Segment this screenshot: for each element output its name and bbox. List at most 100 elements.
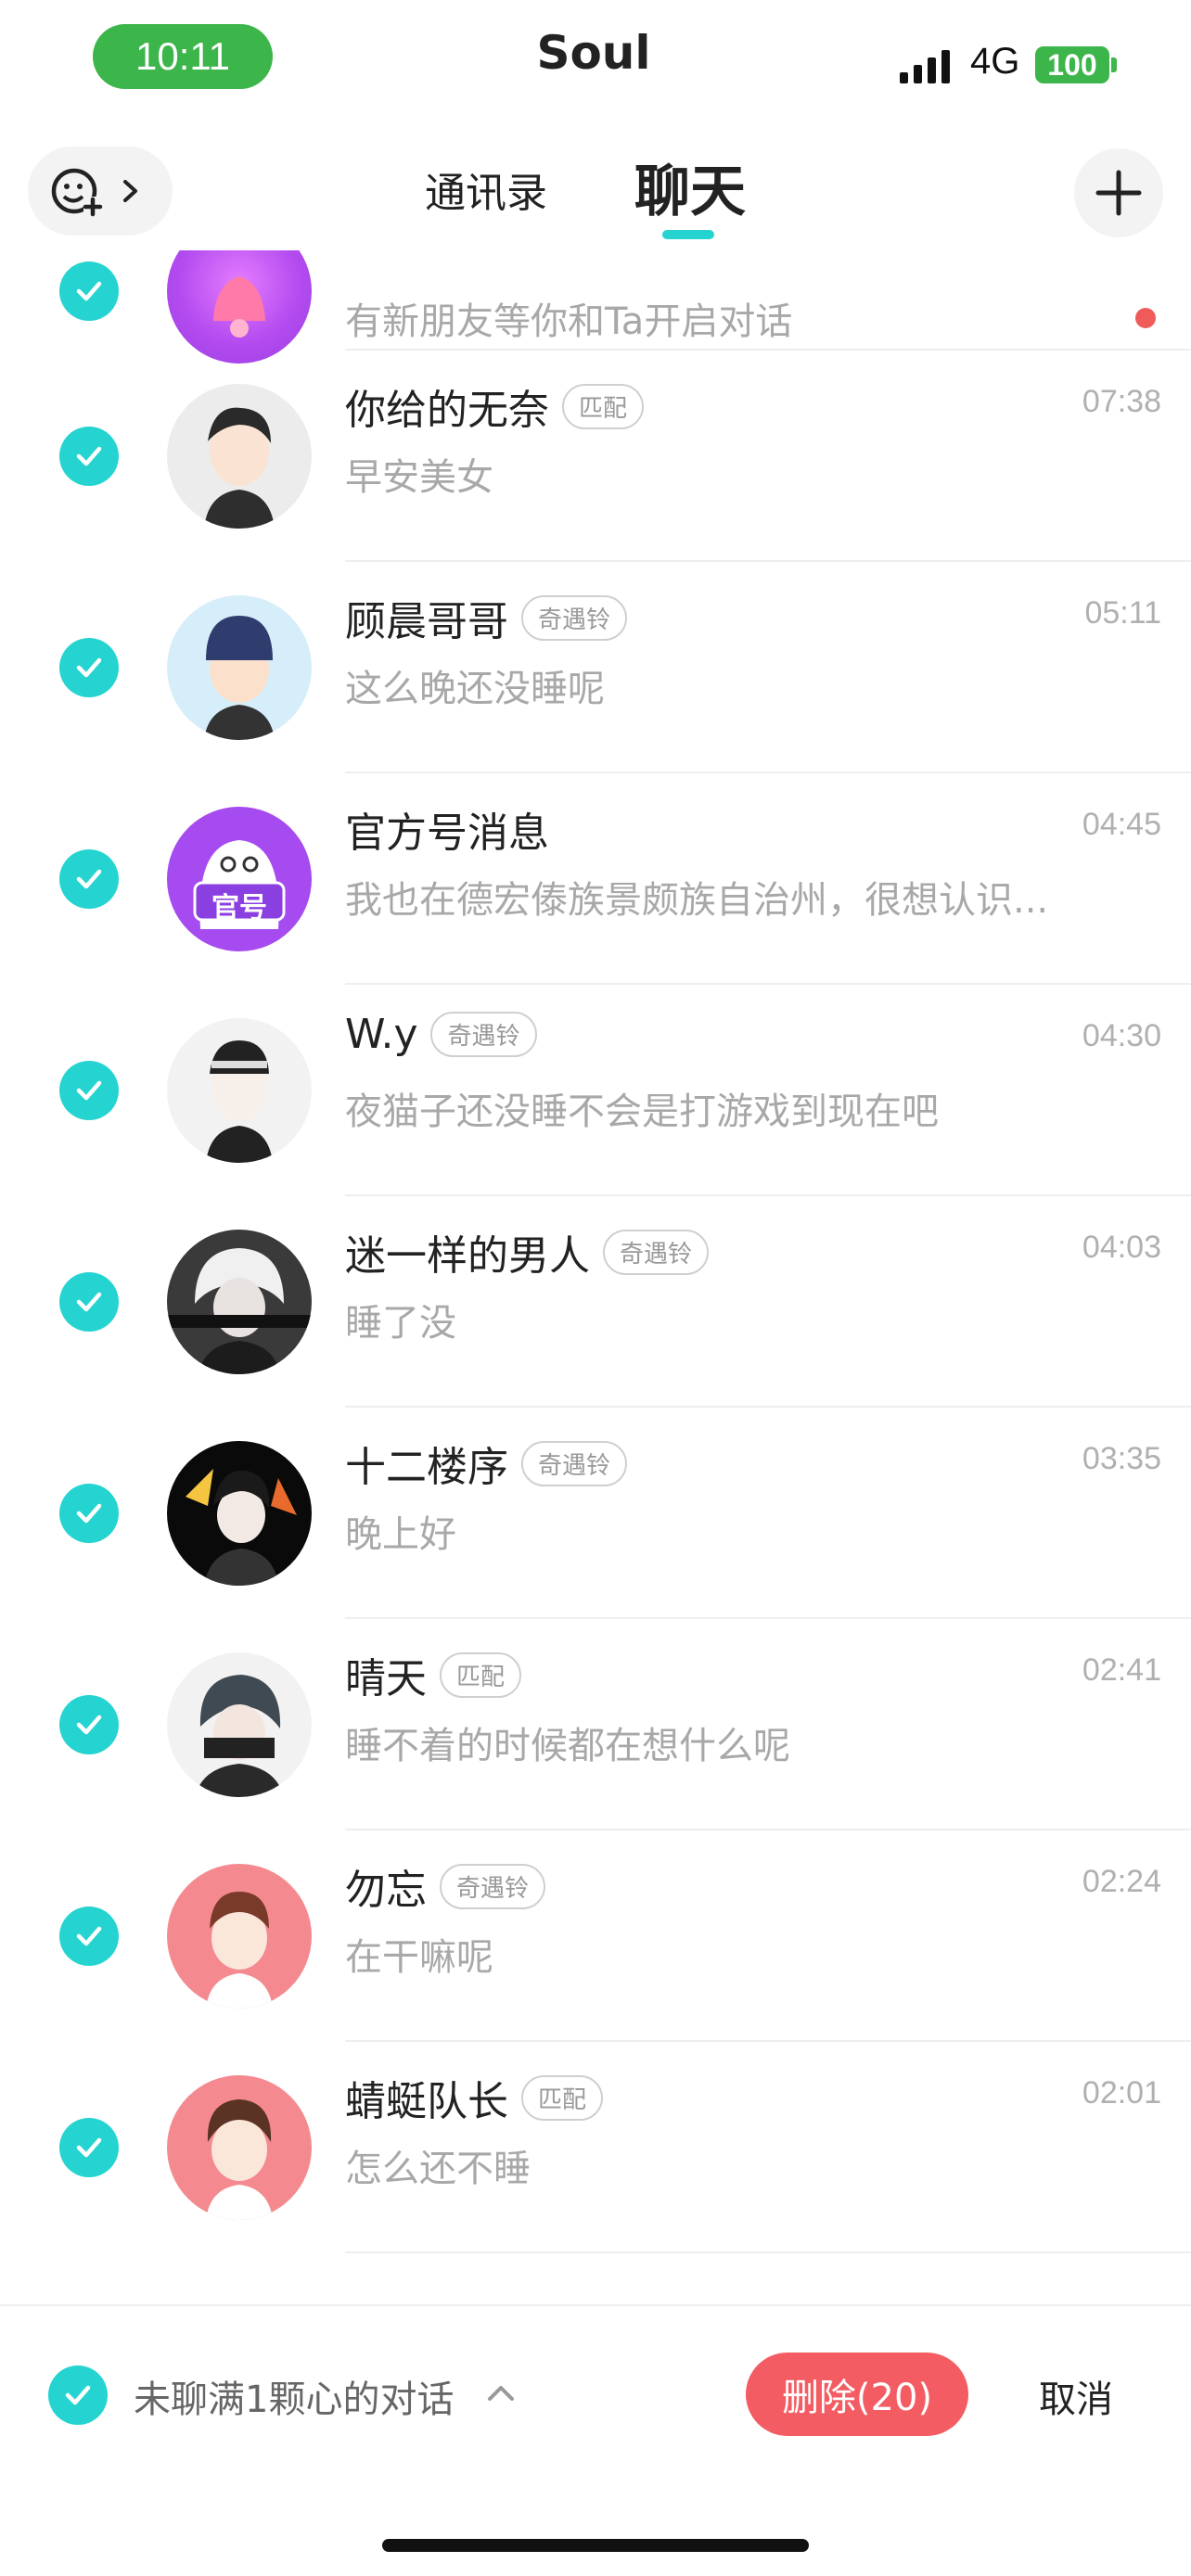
chevron-right-icon	[123, 180, 137, 202]
list-item[interactable]: 勿忘 奇遇铃 02:24 在干嘛呢	[0, 1830, 1191, 2042]
select-checkbox[interactable]	[59, 849, 119, 909]
chat-name: 十二楼序	[345, 1444, 508, 1491]
signal-icon	[900, 46, 950, 83]
user-avatar	[167, 1652, 312, 1797]
cartoon-avatar-icon	[186, 1469, 297, 1586]
chat-preview: 睡了没	[345, 1302, 456, 1345]
bell-icon	[213, 276, 265, 338]
chat-name: 迷一样的男人	[345, 1232, 590, 1280]
source-badge: 奇遇铃	[521, 594, 628, 641]
delete-button[interactable]: 删除(20)	[746, 2353, 968, 2436]
list-item[interactable]: 你给的无奈 匹配 07:38 早安美女	[0, 351, 1191, 562]
active-tab-indicator	[662, 230, 714, 239]
chat-title-line: 你给的无奈 匹配	[345, 376, 645, 436]
chat-name: 你给的无奈	[345, 387, 549, 434]
chat-time: 03:35	[1082, 1441, 1161, 1476]
check-icon	[65, 2385, 91, 2405]
unread-dot	[1135, 308, 1156, 328]
chat-name: 官方号消息	[345, 810, 549, 857]
list-item[interactable]: 官号 官方号消息 04:45 我也在德宏傣族景颇族自治州，很想认识...	[0, 773, 1191, 985]
user-avatar	[167, 1441, 312, 1586]
check-icon	[76, 869, 102, 889]
chat-title-line: 十二楼序 奇遇铃	[345, 1434, 628, 1493]
cancel-button[interactable]: 取消	[1039, 2369, 1113, 2423]
check-icon	[76, 1080, 102, 1101]
check-icon	[76, 1503, 102, 1524]
select-checkbox[interactable]	[59, 1061, 119, 1120]
top-nav: 通讯录 聊天	[0, 139, 1191, 250]
cartoon-avatar-icon	[204, 616, 275, 740]
official-avatar: 官号	[167, 807, 312, 951]
list-item[interactable]: 晴天 匹配 02:41 睡不着的时候都在想什么呢	[0, 1619, 1191, 1830]
select-checkbox[interactable]	[59, 638, 119, 697]
check-icon	[76, 1715, 102, 1735]
list-item[interactable]: 蜻蜓队长 匹配 02:01 怎么还不睡	[0, 2042, 1191, 2253]
chat-name: 晴天	[345, 1655, 427, 1702]
chat-title-line: 晴天 匹配	[345, 1645, 522, 1704]
ghost-mascot-icon	[193, 840, 286, 929]
user-avatar	[167, 1230, 312, 1374]
chat-preview: 我也在德宏傣族景颇族自治州，很想认识...	[345, 879, 1049, 922]
list-item[interactable]: W.y 奇遇铃 04:30 夜猫子还没睡不会是打游戏到现在吧	[0, 985, 1191, 1196]
user-avatar	[167, 1864, 312, 2009]
chat-time: 02:41	[1082, 1652, 1161, 1688]
chat-name: 顾晨哥哥	[345, 598, 508, 645]
home-indicator[interactable]	[382, 2539, 809, 2552]
chat-list: 有新朋友等你和Ta开启对话 你给的无奈 匹配 07:38 早安美女 顾晨哥哥 奇…	[0, 250, 1191, 2304]
chat-time: 04:45	[1082, 807, 1161, 842]
chat-time: 04:03	[1082, 1230, 1161, 1265]
chat-time: 04:30	[1082, 1018, 1161, 1053]
bulk-action-bar: 未聊满1颗心的对话 删除(20) 取消	[0, 2304, 1191, 2576]
filter-label[interactable]: 未聊满1颗心的对话	[134, 2369, 454, 2423]
filter-checkbox[interactable]	[48, 2366, 108, 2425]
check-icon	[76, 2137, 102, 2158]
select-checkbox[interactable]	[59, 427, 119, 486]
list-item[interactable]: 迷一样的男人 奇遇铃 04:03 睡了没	[0, 1196, 1191, 1408]
tab-contacts[interactable]: 通讯录	[425, 159, 547, 219]
cartoon-avatar-icon	[195, 1675, 284, 1797]
chat-preview: 这么晚还没睡呢	[345, 668, 605, 710]
select-checkbox[interactable]	[59, 2118, 119, 2177]
list-item[interactable]: 顾晨哥哥 奇遇铃 05:11 这么晚还没睡呢	[0, 562, 1191, 773]
source-badge: 匹配	[562, 383, 645, 429]
mood-button[interactable]	[28, 147, 173, 236]
tab-chat[interactable]: 聊天	[634, 147, 746, 227]
chat-preview: 在干嘛呢	[345, 1936, 493, 1979]
list-item[interactable]: 十二楼序 奇遇铃 03:35 晚上好	[0, 1408, 1191, 1619]
chat-preview: 早安美女	[345, 456, 493, 499]
select-checkbox[interactable]	[59, 1484, 119, 1543]
status-time: 10:11	[93, 24, 273, 89]
add-button[interactable]	[1074, 148, 1163, 237]
cartoon-avatar-icon	[206, 2099, 273, 2220]
select-checkbox[interactable]	[59, 1272, 119, 1332]
status-bar: 10:11 Soul 4G 100	[0, 0, 1191, 121]
chat-time: 05:11	[1084, 595, 1161, 631]
battery-tip	[1111, 57, 1117, 72]
user-avatar	[167, 1018, 312, 1163]
chat-time: 07:38	[1082, 384, 1161, 419]
select-checkbox[interactable]	[59, 1906, 119, 1966]
select-checkbox[interactable]	[59, 261, 119, 321]
chat-preview: 晚上好	[345, 1513, 456, 1556]
select-checkbox[interactable]	[59, 1695, 119, 1754]
user-avatar	[167, 595, 312, 740]
chat-time: 02:01	[1082, 2075, 1161, 2111]
plus-icon	[1095, 170, 1142, 216]
chat-title-line: 蜻蜓队长 匹配	[345, 2068, 604, 2127]
user-avatar	[167, 2075, 312, 2220]
cartoon-avatar-icon	[204, 407, 275, 529]
chat-preview: 有新朋友等你和Ta开启对话	[345, 300, 793, 343]
chat-preview: 夜猫子还没睡不会是打游戏到现在吧	[345, 1090, 939, 1133]
check-icon	[76, 446, 102, 466]
battery-icon: 100	[1035, 46, 1109, 83]
check-icon	[76, 1926, 102, 1946]
chat-title-line: 官方号消息	[345, 799, 549, 859]
chat-preview: 睡不着的时候都在想什么呢	[345, 1725, 790, 1767]
chat-title-line: 顾晨哥哥 奇遇铃	[345, 588, 628, 647]
list-item[interactable]: 有新朋友等你和Ta开启对话	[0, 250, 1191, 363]
chat-name: 勿忘	[345, 1867, 427, 1914]
chevron-up-icon[interactable]	[484, 2378, 518, 2406]
chat-title-line: 勿忘 奇遇铃	[345, 1856, 546, 1916]
network-label: 4G	[970, 41, 1020, 82]
source-badge: 奇遇铃	[521, 1440, 628, 1486]
